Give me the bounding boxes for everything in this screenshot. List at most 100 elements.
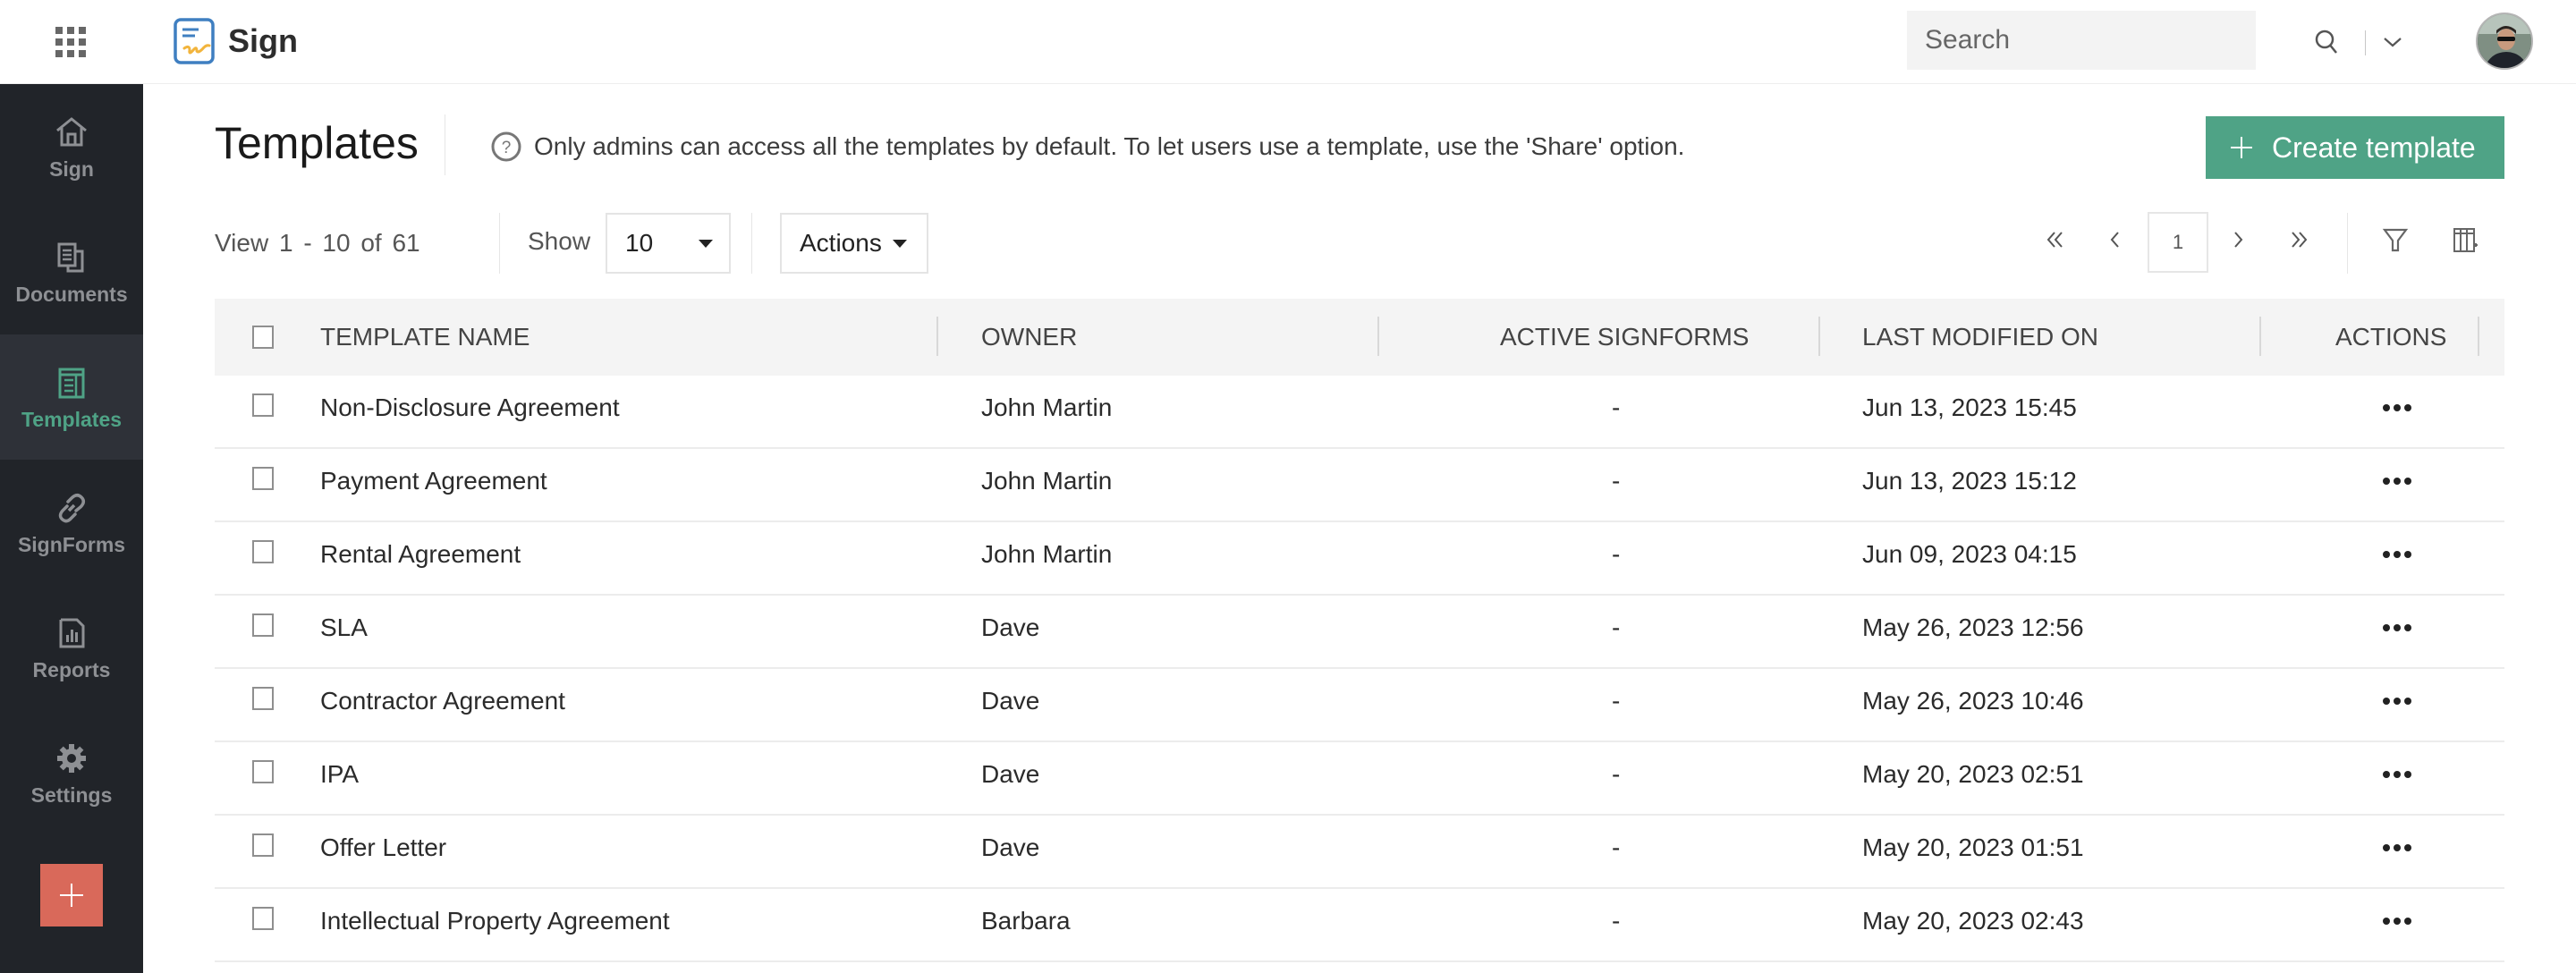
table-row[interactable]: SLA Dave - May 26, 2023 12:56 bbox=[215, 596, 2504, 669]
row-checkbox[interactable] bbox=[252, 833, 274, 857]
more-actions-icon[interactable] bbox=[2383, 476, 2411, 486]
last-page-icon[interactable] bbox=[2281, 222, 2317, 258]
sidebar-item-label: Settings bbox=[30, 783, 113, 807]
table-body: Non-Disclosure Agreement John Martin - J… bbox=[215, 376, 2504, 962]
column-settings-icon[interactable] bbox=[2447, 222, 2483, 258]
row-checkbox[interactable] bbox=[252, 540, 274, 563]
sidebar-item-label: Templates bbox=[21, 408, 123, 431]
column-separator[interactable] bbox=[936, 317, 938, 356]
active-signforms: - bbox=[1612, 393, 1621, 421]
more-actions-icon[interactable] bbox=[2383, 622, 2411, 633]
sign-logo-icon bbox=[174, 18, 215, 64]
search-icon[interactable] bbox=[2314, 29, 2339, 55]
more-actions-icon[interactable] bbox=[2383, 769, 2411, 780]
toolbar-divider bbox=[499, 213, 500, 274]
template-name[interactable]: Offer Letter bbox=[320, 816, 446, 887]
column-header-template-name[interactable]: TEMPLATE NAME bbox=[320, 299, 530, 376]
current-page-input[interactable]: 1 bbox=[2148, 212, 2208, 273]
previous-page-icon[interactable] bbox=[2097, 222, 2133, 258]
user-avatar[interactable] bbox=[2476, 13, 2533, 70]
owner: John Martin bbox=[981, 540, 1113, 568]
link-icon bbox=[58, 494, 85, 523]
column-header-last-modified[interactable]: LAST MODIFIED ON bbox=[1862, 299, 2098, 376]
table-row[interactable]: Offer Letter Dave - May 20, 2023 01:51 bbox=[215, 816, 2504, 889]
sidebar-item-reports[interactable]: Reports bbox=[0, 585, 143, 710]
gear-icon bbox=[57, 744, 86, 773]
svg-text:?: ? bbox=[502, 139, 512, 157]
toolbar-divider bbox=[751, 213, 752, 274]
more-actions-icon[interactable] bbox=[2383, 696, 2411, 706]
last-modified: Jun 13, 2023 15:45 bbox=[1862, 393, 2077, 421]
create-template-button[interactable]: Create template bbox=[2206, 116, 2504, 179]
templates-icon bbox=[58, 368, 85, 399]
owner: Dave bbox=[981, 613, 1040, 641]
last-modified: May 20, 2023 02:43 bbox=[1862, 907, 2084, 935]
more-actions-icon[interactable] bbox=[2383, 916, 2411, 926]
create-template-label: Create template bbox=[2272, 131, 2476, 164]
sidebar-item-templates[interactable]: Templates bbox=[0, 334, 143, 460]
more-actions-icon[interactable] bbox=[2383, 549, 2411, 560]
table-row[interactable]: Payment Agreement John Martin - Jun 13, … bbox=[215, 449, 2504, 522]
info-message: Only admins can access all the templates… bbox=[534, 132, 1685, 160]
filter-icon[interactable] bbox=[2377, 222, 2413, 258]
last-modified: May 20, 2023 02:51 bbox=[1862, 760, 2084, 788]
page-size-value: 10 bbox=[625, 229, 654, 257]
template-name[interactable]: Contractor Agreement bbox=[320, 669, 565, 740]
column-separator bbox=[2478, 317, 2479, 356]
new-document-button[interactable] bbox=[40, 864, 103, 926]
template-name[interactable]: SLA bbox=[320, 596, 368, 667]
table-row[interactable]: Intellectual Property Agreement Barbara … bbox=[215, 889, 2504, 962]
template-name[interactable]: Intellectual Property Agreement bbox=[320, 889, 670, 960]
active-signforms: - bbox=[1612, 833, 1621, 861]
row-checkbox[interactable] bbox=[252, 687, 274, 710]
last-modified: Jun 13, 2023 15:12 bbox=[1862, 467, 2077, 495]
template-name[interactable]: IPA bbox=[320, 742, 359, 814]
table-row[interactable]: IPA Dave - May 20, 2023 02:51 bbox=[215, 742, 2504, 816]
chevron-down-icon[interactable] bbox=[2383, 36, 2402, 48]
help-icon[interactable]: ? bbox=[490, 131, 522, 163]
row-checkbox[interactable] bbox=[252, 760, 274, 783]
column-header-active-signforms[interactable]: ACTIVE SIGNFORMS bbox=[1500, 299, 1749, 376]
sidebar-item-settings[interactable]: Settings bbox=[0, 710, 143, 835]
column-separator[interactable] bbox=[1818, 317, 1820, 356]
page-size-select[interactable]: 10 bbox=[606, 213, 731, 274]
active-signforms: - bbox=[1612, 540, 1621, 568]
sidebar-item-label: SignForms bbox=[17, 533, 126, 556]
last-modified: May 26, 2023 12:56 bbox=[1862, 613, 2084, 641]
select-all-checkbox[interactable] bbox=[252, 326, 274, 349]
row-checkbox[interactable] bbox=[252, 393, 274, 417]
actions-label: Actions bbox=[800, 229, 882, 257]
column-separator[interactable] bbox=[2259, 317, 2261, 356]
sidebar-item-sign[interactable]: Sign bbox=[0, 84, 143, 209]
apps-grid-icon[interactable] bbox=[55, 27, 86, 57]
actions-dropdown[interactable]: Actions bbox=[780, 213, 928, 274]
owner: John Martin bbox=[981, 393, 1113, 421]
owner: Dave bbox=[981, 687, 1040, 715]
table-row[interactable]: Rental Agreement John Martin - Jun 09, 2… bbox=[215, 522, 2504, 596]
row-checkbox[interactable] bbox=[252, 907, 274, 930]
more-actions-icon[interactable] bbox=[2383, 842, 2411, 853]
search-input[interactable] bbox=[1907, 11, 2157, 70]
view-range-text: View 1 - 10 of 61 bbox=[215, 229, 420, 257]
last-modified: Jun 09, 2023 04:15 bbox=[1862, 540, 2077, 568]
home-icon bbox=[56, 117, 87, 147]
template-name[interactable]: Rental Agreement bbox=[320, 522, 521, 594]
sidebar-item-signforms[interactable]: SignForms bbox=[0, 460, 143, 585]
owner: Dave bbox=[981, 833, 1040, 861]
table-row[interactable]: Contractor Agreement Dave - May 26, 2023… bbox=[215, 669, 2504, 742]
table-row[interactable]: Non-Disclosure Agreement John Martin - J… bbox=[215, 376, 2504, 449]
template-name[interactable]: Payment Agreement bbox=[320, 449, 547, 520]
search-separator bbox=[2365, 30, 2366, 55]
column-header-owner[interactable]: OWNER bbox=[981, 299, 1077, 376]
sidebar-item-documents[interactable]: Documents bbox=[0, 209, 143, 334]
row-checkbox[interactable] bbox=[252, 613, 274, 637]
table-header: TEMPLATE NAME OWNER ACTIVE SIGNFORMS LAS… bbox=[215, 299, 2504, 376]
documents-icon bbox=[57, 242, 84, 273]
template-name[interactable]: Non-Disclosure Agreement bbox=[320, 376, 620, 447]
last-modified: May 20, 2023 01:51 bbox=[1862, 833, 2084, 861]
next-page-icon[interactable] bbox=[2220, 222, 2256, 258]
column-separator[interactable] bbox=[1377, 317, 1379, 356]
first-page-icon[interactable] bbox=[2038, 222, 2073, 258]
more-actions-icon[interactable] bbox=[2383, 402, 2411, 413]
row-checkbox[interactable] bbox=[252, 467, 274, 490]
